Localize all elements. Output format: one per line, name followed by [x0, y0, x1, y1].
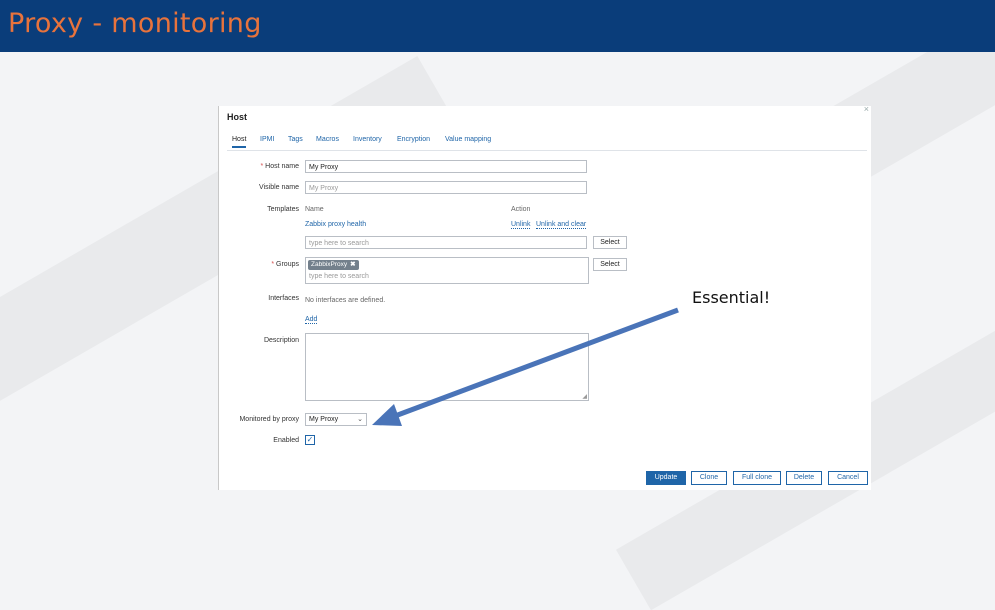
annotation-arrow: [372, 307, 679, 426]
arrow-shaft: [394, 307, 679, 419]
arrow-head: [372, 404, 402, 426]
